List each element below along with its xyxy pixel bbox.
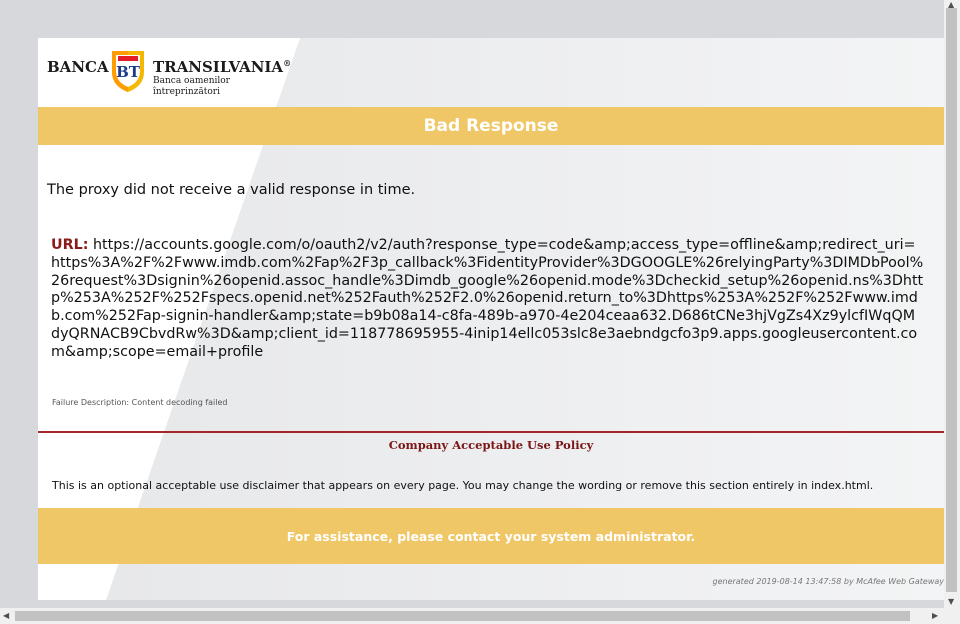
scroll-down-arrow-icon[interactable]: ▼ — [948, 598, 954, 606]
scroll-right-arrow-icon[interactable]: ▶ — [932, 612, 938, 620]
bank-logo: BANCA BT TRANSILVANIA® Banca oamenilor î… — [47, 44, 291, 104]
page-title: Bad Response — [423, 116, 559, 136]
scroll-up-arrow-icon[interactable]: ▲ — [948, 1, 954, 9]
failure-label: Failure Description: — [52, 398, 130, 407]
url-label: URL: — [51, 237, 89, 253]
policy-title: Company Acceptable Use Policy — [388, 438, 594, 452]
logo-transilvania-text: TRANSILVANIA® — [153, 58, 292, 76]
assistance-text: For assistance, please contact your syst… — [286, 529, 696, 544]
policy-text: This is an optional acceptable use discl… — [52, 479, 874, 492]
vertical-scroll-thumb[interactable] — [946, 8, 957, 592]
error-page: BANCA BT TRANSILVANIA® Banca oamenilor î… — [38, 38, 944, 600]
failure-description: Failure Description: Content decoding fa… — [52, 398, 227, 407]
logo-banca-text: BANCA — [47, 58, 109, 76]
failure-value: Content decoding failed — [131, 398, 228, 407]
logo-tagline-1: Banca oamenilor — [153, 76, 230, 86]
requested-url: URL: https://accounts.google.com/o/oauth… — [51, 237, 924, 362]
logo-bt-text: BT — [116, 63, 141, 81]
generated-footer: generated 2019-08-14 13:47:58 by McAfee … — [712, 577, 945, 586]
logo-tagline-2: întreprinzători — [153, 87, 220, 97]
error-message: The proxy did not receive a valid respon… — [47, 182, 416, 198]
horizontal-scroll-thumb[interactable] — [15, 611, 910, 621]
url-value: https://accounts.google.com/o/oauth2/v2/… — [51, 237, 924, 360]
bt-shield-icon: BT — [112, 51, 144, 92]
scroll-left-arrow-icon[interactable]: ◀ — [3, 612, 9, 620]
divider — [38, 431, 944, 433]
